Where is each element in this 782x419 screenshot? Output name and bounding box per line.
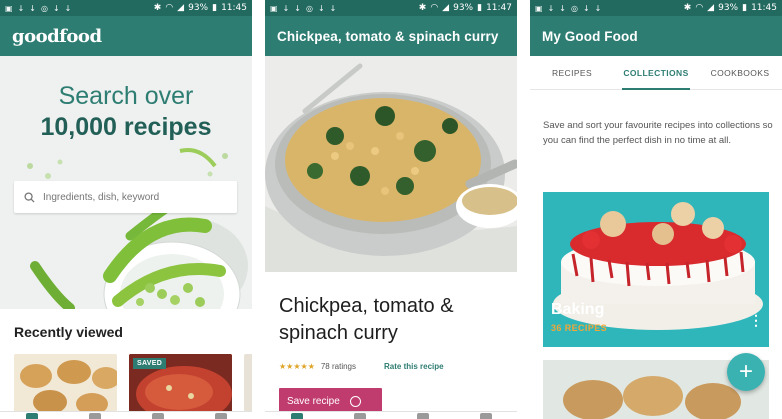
- collections-icon[interactable]: [353, 413, 366, 419]
- notification-icons: ▣ ↓ ↓ ◎ ↓ ↓: [270, 4, 336, 13]
- save-recipe-label: Save recipe: [287, 395, 340, 407]
- bluetooth-icon: ✱: [683, 3, 692, 13]
- download-notification-icon: ↓: [559, 3, 566, 13]
- collection-card-baking[interactable]: Baking 36 RECIPES ⋮: [543, 192, 769, 347]
- hero-heading: Search over: [58, 82, 194, 110]
- gallery-notification-icon: ▣: [535, 3, 543, 13]
- wifi-icon: ◠: [695, 3, 704, 13]
- download-notification-icon: ↓: [582, 3, 590, 13]
- download-notification-icon: ↓: [547, 3, 555, 13]
- gallery-notification-icon: ▣: [5, 3, 13, 13]
- more-options-icon[interactable]: ⋮: [749, 312, 763, 329]
- signal-icon: ◢: [177, 3, 185, 13]
- chrome-notification-icon: ◎: [570, 3, 578, 13]
- recent-recipe-card[interactable]: [244, 354, 252, 412]
- tab-cookbooks[interactable]: COOKBOOKS: [698, 56, 782, 89]
- download-notification-icon: ↓: [294, 3, 301, 13]
- page-title: My Good Food: [542, 28, 638, 44]
- system-status: ✱ ◠ ◢ 93% ▮ 11:47: [419, 3, 512, 13]
- status-bar: ▣ ↓ ↓ ◎ ↓ ↓ ✱ ◠ ◢ 93% ▮ 11:45: [530, 0, 782, 16]
- bluetooth-icon: ✱: [418, 3, 427, 13]
- download-notification-icon: ↓: [594, 3, 602, 13]
- download-notification-icon: ↓: [64, 3, 72, 13]
- page-title: Chickpea, tomato & spinach curry: [277, 28, 499, 44]
- bluetooth-icon: ✱: [153, 3, 162, 13]
- search-icon[interactable]: [151, 413, 164, 419]
- clock: 11:45: [751, 3, 777, 13]
- wifi-icon: ◠: [165, 3, 174, 13]
- search-icon[interactable]: [416, 413, 429, 419]
- collections-icon[interactable]: [88, 413, 101, 419]
- settings-icon[interactable]: [479, 413, 492, 419]
- star-rating: ★★★★★: [279, 362, 315, 371]
- battery-icon: ▮: [477, 3, 483, 13]
- curry-pan-photo: [265, 56, 517, 272]
- app-bar: My Good Food: [530, 16, 782, 56]
- download-notification-icon: ↓: [282, 3, 290, 13]
- search-input[interactable]: [43, 191, 223, 203]
- baked-goods-photo: [14, 354, 117, 412]
- phone-my-good-food-screen: ▣ ↓ ↓ ◎ ↓ ↓ ✱ ◠ ◢ 93% ▮ 11:45 My Good Fo…: [530, 0, 782, 419]
- rate-recipe-link[interactable]: Rate this recipe: [384, 362, 444, 371]
- recipe-photo: [265, 56, 517, 272]
- download-notification-icon: ↓: [29, 3, 36, 13]
- recent-recipe-card[interactable]: [14, 354, 117, 412]
- system-status: ✱ ◠ ◢ 93% ▮ 11:45: [684, 3, 777, 13]
- battery-percent: 93%: [188, 3, 209, 13]
- ratings-count: 78 ratings: [320, 362, 356, 371]
- gallery-notification-icon: ▣: [270, 3, 278, 13]
- tab-recipes[interactable]: RECIPES: [530, 56, 614, 89]
- battery-icon: ▮: [212, 3, 218, 13]
- save-icon: [349, 395, 361, 407]
- home-icon[interactable]: [25, 413, 38, 419]
- app-bar: Chickpea, tomato & spinach curry: [265, 16, 517, 56]
- tab-bar: RECIPES COLLECTIONS COOKBOOKS: [530, 56, 782, 90]
- chrome-notification-icon: ◎: [305, 3, 313, 13]
- download-notification-icon: ↓: [317, 3, 325, 13]
- signal-icon: ◢: [442, 3, 450, 13]
- add-collection-button[interactable]: +: [727, 353, 765, 391]
- phone-home-screen: ▣ ↓ ↓ ◎ ↓ ↓ ✱ ◠ ◢ 93% ▮ 11:45 goodfood S…: [0, 0, 252, 419]
- download-notification-icon: ↓: [52, 3, 60, 13]
- recently-viewed-heading: Recently viewed: [14, 324, 123, 340]
- rating-row: ★★★★★ 78 ratings Rate this recipe: [279, 362, 444, 371]
- recipe-title: Chickpea, tomato & spinach curry: [279, 295, 454, 344]
- battery-percent: 93%: [453, 3, 474, 13]
- goodfood-logo: goodfood: [12, 25, 102, 47]
- bottom-navigation: [0, 411, 252, 419]
- clock: 11:45: [221, 3, 247, 13]
- notification-icons: ▣ ↓ ↓ ◎ ↓ ↓: [535, 4, 601, 13]
- download-notification-icon: ↓: [17, 3, 25, 13]
- clock: 11:47: [486, 3, 512, 13]
- phone-recipe-screen: ▣ ↓ ↓ ◎ ↓ ↓ ✱ ◠ ◢ 93% ▮ 11:47 Chickpea, …: [265, 0, 517, 419]
- search-box[interactable]: [14, 181, 237, 213]
- bottom-navigation: [265, 411, 517, 419]
- search-hero: Search over 10,000 recipes: [0, 56, 252, 309]
- battery-percent: 93%: [718, 3, 739, 13]
- notification-icons: ▣ ↓ ↓ ◎ ↓ ↓: [5, 4, 71, 13]
- chrome-notification-icon: ◎: [40, 3, 48, 13]
- recent-recipe-card[interactable]: SAVED: [129, 354, 232, 412]
- collection-recipe-count: 36 RECIPES: [551, 323, 608, 333]
- battery-icon: ▮: [742, 3, 748, 13]
- tab-collections[interactable]: COLLECTIONS: [614, 56, 698, 90]
- download-notification-icon: ↓: [329, 3, 337, 13]
- status-bar: ▣ ↓ ↓ ◎ ↓ ↓ ✱ ◠ ◢ 93% ▮ 11:47: [265, 0, 517, 16]
- signal-icon: ◢: [707, 3, 715, 13]
- status-bar: ▣ ↓ ↓ ◎ ↓ ↓ ✱ ◠ ◢ 93% ▮ 11:45: [0, 0, 252, 16]
- search-icon: [24, 191, 35, 203]
- screenshot-stage: ▣ ↓ ↓ ◎ ↓ ↓ ✱ ◠ ◢ 93% ▮ 11:45 goodfood S…: [0, 0, 782, 419]
- app-bar: goodfood: [0, 16, 252, 56]
- system-status: ✱ ◠ ◢ 93% ▮ 11:45: [154, 3, 247, 13]
- saved-badge: SAVED: [133, 358, 167, 369]
- wifi-icon: ◠: [430, 3, 439, 13]
- settings-icon[interactable]: [214, 413, 227, 419]
- collection-name: Baking: [551, 301, 605, 318]
- collections-intro-text: Save and sort your favourite recipes int…: [543, 120, 773, 146]
- hero-subheading: 10,000 recipes: [40, 113, 212, 141]
- home-icon[interactable]: [290, 413, 303, 419]
